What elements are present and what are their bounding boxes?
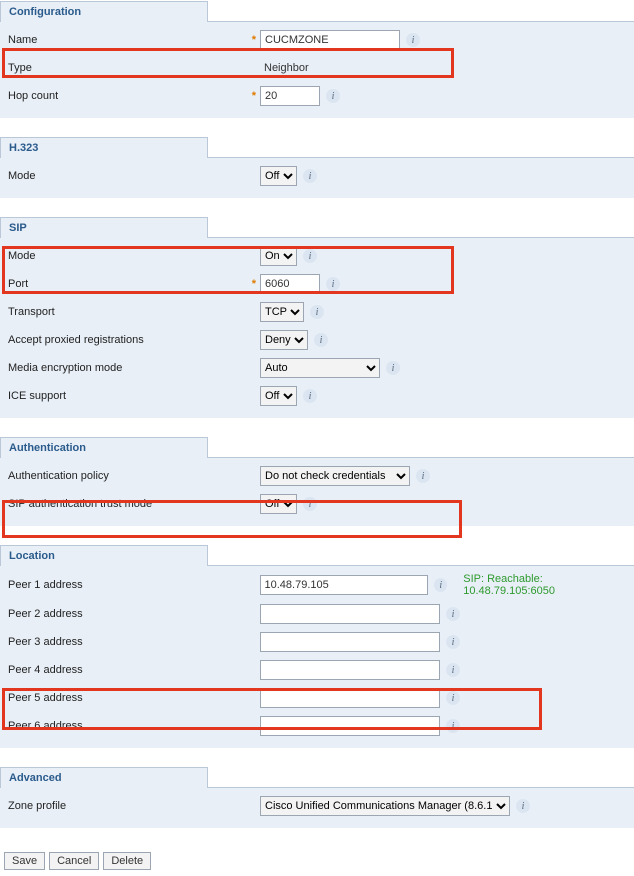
label-sip-port: Port	[8, 278, 248, 290]
info-icon[interactable]: i	[446, 663, 460, 677]
label-hop-count: Hop count	[8, 90, 248, 102]
hop-count-input[interactable]	[260, 86, 320, 106]
label-peer5: Peer 5 address	[8, 692, 248, 704]
type-value: Neighbor	[260, 62, 309, 74]
info-icon[interactable]: i	[303, 389, 317, 403]
label-zone-profile: Zone profile	[8, 800, 248, 812]
label-peer6: Peer 6 address	[8, 720, 248, 732]
info-icon[interactable]: i	[386, 361, 400, 375]
section-h323: H.323 Mode Off i	[0, 136, 634, 198]
section-title-location: Location	[0, 545, 208, 566]
section-authentication: Authentication Authentication policy Do …	[0, 436, 634, 526]
info-icon[interactable]: i	[446, 691, 460, 705]
label-peer1: Peer 1 address	[8, 579, 248, 591]
label-sip-transport: Transport	[8, 306, 248, 318]
label-accept-proxied: Accept proxied registrations	[8, 334, 248, 346]
sip-port-input[interactable]	[260, 274, 320, 294]
peer1-status: SIP: Reachable: 10.48.79.105:6050	[463, 573, 626, 597]
footer-buttons: Save Cancel Delete	[0, 846, 634, 876]
auth-trust-select[interactable]: Off	[260, 494, 297, 514]
info-icon[interactable]: i	[446, 719, 460, 733]
zone-profile-select[interactable]: Cisco Unified Communications Manager (8.…	[260, 796, 510, 816]
label-sip-mode: Mode	[8, 250, 248, 262]
required-marker: *	[248, 34, 256, 46]
sip-transport-select[interactable]: TCP	[260, 302, 304, 322]
info-icon[interactable]: i	[303, 249, 317, 263]
section-title-sip: SIP	[0, 217, 208, 238]
h323-mode-select[interactable]: Off	[260, 166, 297, 186]
label-peer3: Peer 3 address	[8, 636, 248, 648]
label-auth-policy: Authentication policy	[8, 470, 248, 482]
peer4-input[interactable]	[260, 660, 440, 680]
info-icon[interactable]: i	[303, 497, 317, 511]
label-type: Type	[8, 62, 248, 74]
section-location: Location Peer 1 address i SIP: Reachable…	[0, 544, 634, 748]
peer1-input[interactable]	[260, 575, 429, 595]
delete-button[interactable]: Delete	[103, 852, 151, 870]
media-encryption-select[interactable]: Auto	[260, 358, 380, 378]
required-marker: *	[248, 90, 256, 102]
info-icon[interactable]: i	[434, 578, 447, 592]
sip-mode-select[interactable]: On	[260, 246, 297, 266]
label-h323-mode: Mode	[8, 170, 248, 182]
section-title-h323: H.323	[0, 137, 208, 158]
name-input[interactable]	[260, 30, 400, 50]
info-icon[interactable]: i	[314, 333, 328, 347]
section-title-configuration: Configuration	[0, 1, 208, 22]
info-icon[interactable]: i	[406, 33, 420, 47]
info-icon[interactable]: i	[326, 277, 340, 291]
label-media-encryption: Media encryption mode	[8, 362, 248, 374]
peer3-input[interactable]	[260, 632, 440, 652]
info-icon[interactable]: i	[326, 89, 340, 103]
info-icon[interactable]: i	[416, 469, 430, 483]
peer6-input[interactable]	[260, 716, 440, 736]
ice-support-select[interactable]: Off	[260, 386, 297, 406]
section-title-advanced: Advanced	[0, 767, 208, 788]
section-configuration: Configuration Name * i Type Neighbor Hop…	[0, 0, 634, 118]
label-auth-trust: SIP authentication trust mode	[8, 498, 248, 510]
info-icon[interactable]: i	[446, 607, 460, 621]
required-marker: *	[248, 278, 256, 290]
auth-policy-select[interactable]: Do not check credentials	[260, 466, 410, 486]
save-button[interactable]: Save	[4, 852, 45, 870]
label-ice-support: ICE support	[8, 390, 248, 402]
peer5-input[interactable]	[260, 688, 440, 708]
section-advanced: Advanced Zone profile Cisco Unified Comm…	[0, 766, 634, 828]
section-title-authentication: Authentication	[0, 437, 208, 458]
section-sip: SIP Mode On i Port * i Transport	[0, 216, 634, 418]
info-icon[interactable]: i	[516, 799, 530, 813]
label-peer2: Peer 2 address	[8, 608, 248, 620]
label-peer4: Peer 4 address	[8, 664, 248, 676]
label-name: Name	[8, 34, 248, 46]
info-icon[interactable]: i	[446, 635, 460, 649]
cancel-button[interactable]: Cancel	[49, 852, 99, 870]
peer2-input[interactable]	[260, 604, 440, 624]
info-icon[interactable]: i	[310, 305, 324, 319]
accept-proxied-select[interactable]: Deny	[260, 330, 308, 350]
info-icon[interactable]: i	[303, 169, 317, 183]
